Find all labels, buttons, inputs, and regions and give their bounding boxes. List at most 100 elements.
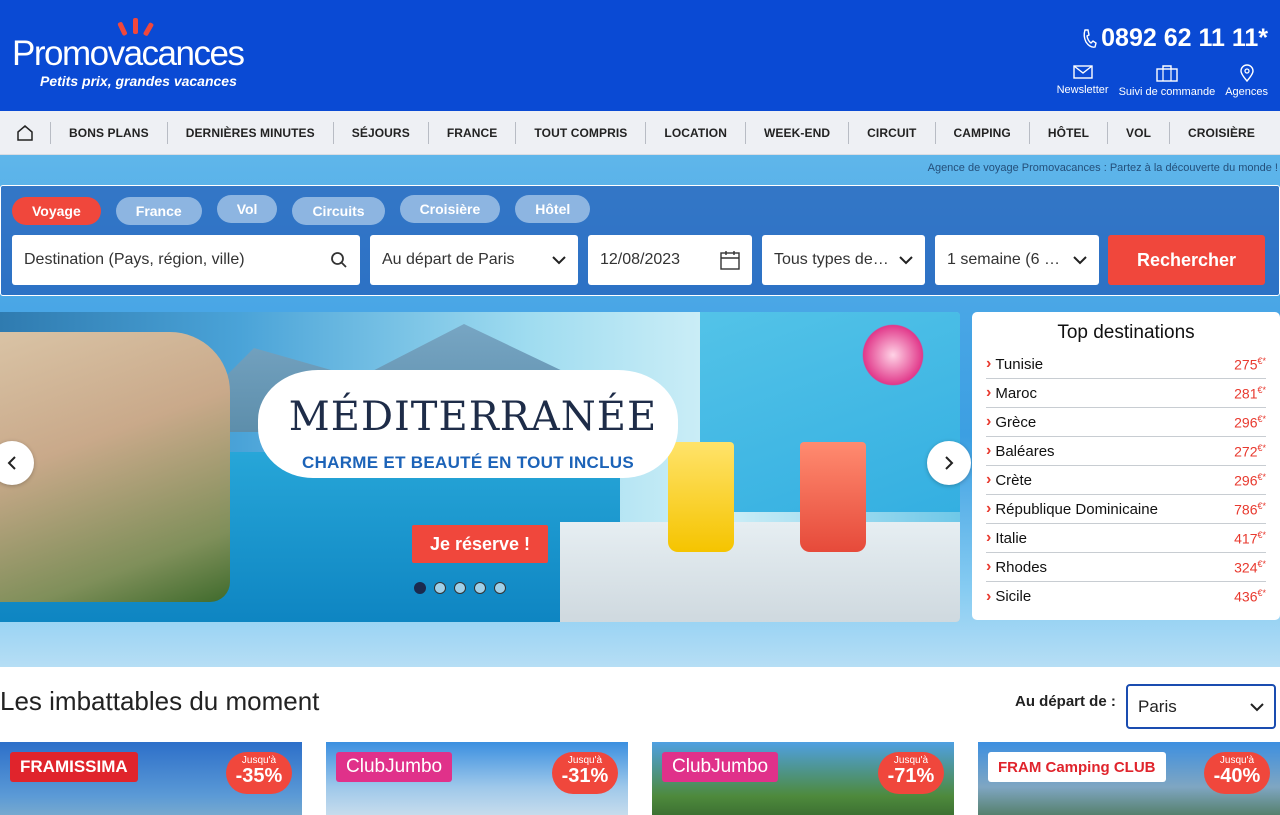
tab-circuits[interactable]: Circuits — [292, 197, 385, 225]
deal-card[interactable]: ClubJumbo Jusqu'à -31% — [326, 742, 628, 815]
search-icon — [331, 252, 347, 268]
depart-city-value: Paris — [1138, 696, 1177, 716]
carousel-dot-2[interactable] — [434, 582, 446, 594]
destination-placeholder: Destination (Pays, région, ville) — [24, 251, 245, 268]
tab-croisiere[interactable]: Croisière — [399, 195, 501, 223]
deal-card[interactable]: ClubJumbo Jusqu'à -71% — [652, 742, 954, 815]
destination-price-currency: €* — [1257, 413, 1266, 424]
nav-hotel[interactable]: HÔTEL — [1028, 121, 1107, 144]
nav-vol[interactable]: VOL — [1107, 121, 1169, 144]
banner-flower — [858, 320, 928, 390]
destination-label: Italie — [995, 529, 1028, 547]
search-tabs: Voyage France Vol Circuits Croisière Hôt… — [12, 195, 591, 225]
duration-select[interactable]: 1 semaine (6 à 8 nuits) — [935, 235, 1099, 285]
agencies-label: Agences — [1225, 86, 1268, 98]
nav-week-end[interactable]: WEEK-END — [744, 121, 848, 144]
discount-value: -35% — [235, 765, 283, 787]
newsletter-link[interactable]: Newsletter — [1057, 64, 1109, 98]
order-tracking-label: Suivi de commande — [1118, 86, 1216, 98]
phone-number[interactable]: 0892 62 11 11* — [1081, 24, 1268, 53]
chevron-right-icon: › — [986, 587, 992, 605]
order-tracking-link[interactable]: Suivi de commande — [1118, 64, 1216, 98]
discount-value: -71% — [887, 765, 935, 787]
destination-price-value: 786 — [1234, 501, 1258, 518]
nav-tout-compris[interactable]: TOUT COMPRIS — [515, 121, 645, 144]
carousel-dot-4[interactable] — [474, 582, 486, 594]
destination-price: 786€* — [1234, 501, 1266, 518]
deal-card[interactable]: FRAM Camping CLUB Jusqu'à -40% — [978, 742, 1280, 815]
duration-value: 1 semaine (6 à 8 nuits) — [947, 251, 1065, 268]
deal-card[interactable]: FRAMISSIMA Jusqu'à -35% — [0, 742, 302, 815]
destination-price-currency: €* — [1257, 384, 1266, 395]
departure-select[interactable]: Au départ de Paris — [370, 235, 578, 285]
destination-price-value: 296 — [1234, 472, 1258, 489]
destination-row[interactable]: › République Dominicaine 786€* — [986, 495, 1266, 524]
promovacances-logo[interactable]: Promovacances Petits prix, grandes vacan… — [12, 18, 245, 89]
destination-price: 296€* — [1234, 472, 1266, 489]
hero-section: Agence de voyage Promovacances : Partez … — [0, 155, 1280, 667]
nav-location[interactable]: LOCATION — [645, 121, 745, 144]
nav-home[interactable] — [0, 111, 50, 155]
date-picker[interactable]: 12/08/2023 — [588, 235, 752, 285]
nav-circuit[interactable]: CIRCUIT — [848, 121, 934, 144]
chevron-right-icon: › — [986, 384, 992, 401]
destination-price-currency: €* — [1257, 355, 1266, 366]
tab-france[interactable]: France — [115, 197, 202, 225]
chevron-right-icon: › — [986, 500, 992, 517]
tab-voyage[interactable]: Voyage — [12, 197, 101, 225]
carousel-next-button[interactable] — [927, 441, 971, 485]
depart-city-select[interactable]: Paris — [1126, 684, 1276, 729]
chevron-down-icon — [899, 256, 913, 265]
logo-name: Promovacances — [12, 34, 245, 73]
logo-tagline: Petits prix, grandes vacances — [40, 73, 237, 89]
home-icon — [17, 124, 33, 141]
envelope-icon — [1072, 65, 1093, 79]
destination-row[interactable]: › Maroc 281€* — [986, 379, 1266, 408]
nav-camping[interactable]: CAMPING — [934, 121, 1029, 144]
chevron-down-icon — [1250, 702, 1264, 711]
carousel-dot-1[interactable] — [414, 582, 426, 594]
nav-croisiere[interactable]: CROISIÈRE — [1169, 121, 1273, 144]
calendar-icon — [720, 251, 740, 270]
nav-france[interactable]: FRANCE — [427, 121, 516, 144]
destination-row[interactable]: › Crète 296€* — [986, 466, 1266, 495]
nav-bons-plans[interactable]: BONS PLANS — [50, 121, 167, 144]
carousel-dot-3[interactable] — [454, 582, 466, 594]
destination-name: › Crète — [986, 471, 1032, 489]
agencies-link[interactable]: Agences — [1225, 64, 1268, 98]
destination-price-value: 275 — [1234, 356, 1258, 373]
destination-row[interactable]: › Sicile 436€* — [986, 582, 1266, 611]
phone-number-text: 0892 62 11 11* — [1101, 24, 1268, 52]
destination-row[interactable]: › Tunisie 275€* — [986, 350, 1266, 379]
destination-price: 275€* — [1234, 356, 1266, 373]
depart-label: Au départ de : — [1015, 693, 1116, 710]
banner-subtitle: CHARME ET BEAUTÉ EN TOUT INCLUS — [302, 453, 634, 472]
search-panel: Voyage France Vol Circuits Croisière Hôt… — [0, 185, 1280, 296]
stay-type-select[interactable]: Tous types de séjour — [762, 235, 925, 285]
promo-carousel: MÉDITERRANÉE CHARME ET BEAUTÉ EN TOUT IN… — [0, 312, 960, 622]
destination-name: › République Dominicaine — [986, 500, 1158, 518]
tab-vol[interactable]: Vol — [216, 195, 278, 223]
destination-name: › Rhodes — [986, 558, 1047, 576]
destination-row[interactable]: › Baléares 272€* — [986, 437, 1266, 466]
nav-sejours[interactable]: SÉJOURS — [332, 121, 428, 144]
destination-row[interactable]: › Grèce 296€* — [986, 408, 1266, 437]
destination-label: République Dominicaine — [995, 500, 1158, 518]
discount-badge: Jusqu'à -35% — [226, 752, 292, 794]
search-button[interactable]: Rechercher — [1108, 235, 1265, 285]
destination-price: 436€* — [1234, 588, 1266, 605]
banner-title: MÉDITERRANÉE — [288, 394, 658, 440]
destination-row[interactable]: › Italie 417€* — [986, 524, 1266, 553]
destination-price-currency: €* — [1257, 471, 1266, 482]
nav-dernieres-minutes[interactable]: DERNIÈRES MINUTES — [166, 121, 333, 144]
destination-input[interactable]: Destination (Pays, région, ville) — [12, 235, 360, 285]
reserve-button[interactable]: Je réserve ! — [412, 525, 548, 563]
carousel-dot-5[interactable] — [494, 582, 506, 594]
destination-name: › Italie — [986, 529, 1027, 547]
tab-hotel[interactable]: Hôtel — [515, 195, 591, 223]
destination-row[interactable]: › Rhodes 324€* — [986, 553, 1266, 582]
destination-price-currency: €* — [1257, 558, 1266, 569]
destination-label: Baléares — [995, 442, 1055, 460]
site-header: Promovacances Petits prix, grandes vacan… — [0, 0, 1280, 111]
destination-price-currency: €* — [1257, 500, 1266, 511]
